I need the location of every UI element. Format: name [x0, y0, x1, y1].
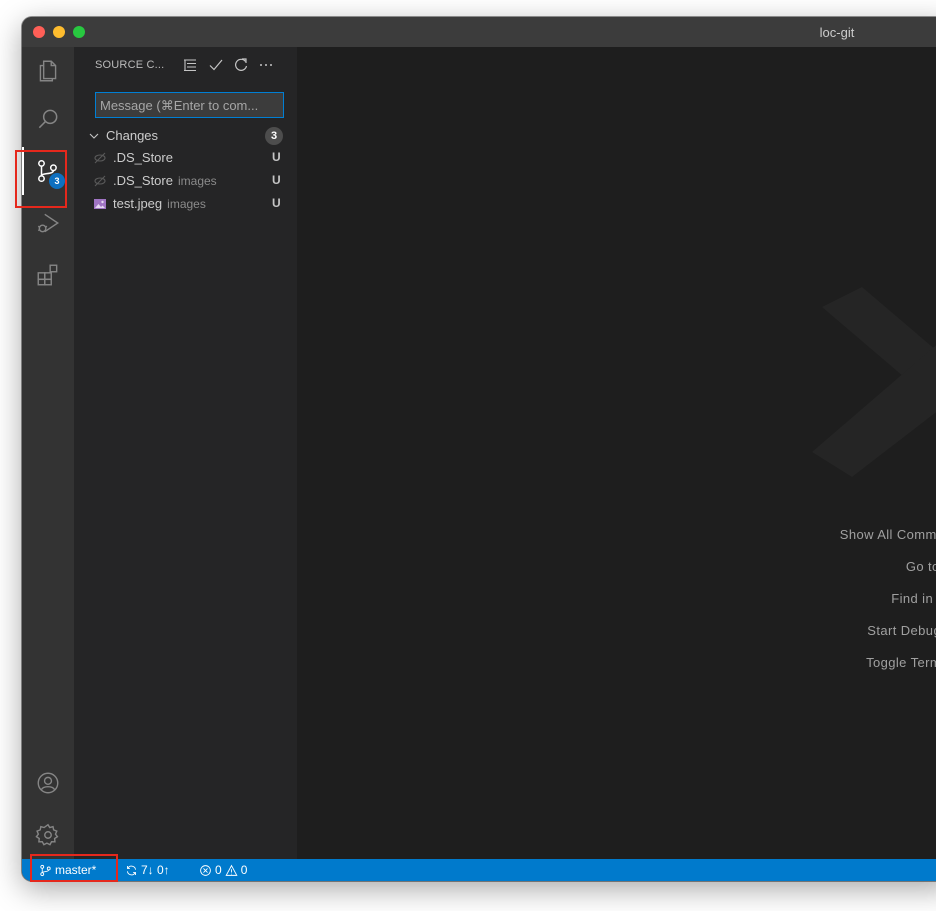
branch-status-item[interactable]: master* — [39, 859, 96, 881]
sync-icon — [126, 865, 137, 875]
file-name: .DS_Store images — [113, 173, 217, 188]
changes-group-header[interactable]: Changes 3 — [74, 125, 297, 147]
warning-count: 0 — [240, 863, 248, 877]
account-icon — [37, 772, 59, 794]
file-status: U — [272, 173, 281, 187]
extensions-icon — [37, 264, 58, 286]
sidebar-title: SOURCE C... — [95, 59, 165, 71]
activity-extensions[interactable] — [22, 251, 74, 299]
activity-run-debug[interactable] — [22, 199, 74, 247]
problems-status-item[interactable]: 0 0 — [199, 859, 247, 881]
file-status: U — [272, 196, 281, 210]
activity-source-control[interactable]: 3 — [22, 147, 74, 195]
view-as-tree-icon — [184, 59, 196, 72]
hidden-file-icon — [94, 152, 106, 164]
error-count: 0 — [215, 863, 222, 877]
view-as-tree-button[interactable] — [181, 56, 199, 74]
files-icon — [39, 60, 57, 82]
shortcut-go-to-file: Go to F — [905, 559, 936, 574]
file-name: .DS_Store — [113, 150, 173, 165]
error-icon — [200, 864, 211, 876]
file-directory: images — [177, 174, 217, 188]
search-icon — [38, 109, 58, 129]
more-actions-button[interactable] — [257, 56, 275, 74]
activity-bar: 3 — [22, 47, 74, 859]
image-file-icon — [94, 199, 106, 209]
source-control-sidebar: SOURCE C... Message (⌘Enter to com... Ch… — [74, 47, 297, 859]
git-branch-icon — [40, 864, 51, 876]
warning-icon — [225, 864, 238, 876]
changes-label: Changes — [106, 128, 159, 143]
sidebar-header: SOURCE C... — [74, 47, 297, 82]
changes-count-badge: 3 — [265, 127, 283, 145]
activity-search[interactable] — [22, 95, 74, 143]
sync-counts: 7↓ 0↑ — [141, 863, 170, 877]
file-status: U — [272, 150, 281, 164]
changed-file-row[interactable]: .DS_Store U — [74, 147, 297, 169]
shortcut-toggle-terminal: Toggle Termin — [866, 655, 936, 670]
activity-accounts[interactable] — [22, 759, 74, 807]
commit-button[interactable] — [207, 56, 225, 74]
chevron-down-icon — [89, 133, 99, 139]
vscode-window: loc-git 3 SOURCE C... Message (⌘Enter to… — [22, 17, 936, 881]
more-actions-icon — [260, 64, 272, 66]
commit-check-icon — [209, 59, 223, 71]
shortcut-find-in-files: Find in Fil — [891, 591, 936, 606]
shortcut-show-all-commands: Show All Comman — [839, 527, 936, 542]
shortcut-start-debugging: Start Debuggi — [867, 623, 936, 638]
sync-status-item[interactable]: 7↓ 0↑ — [125, 859, 170, 881]
commit-message-input[interactable] — [95, 92, 284, 118]
status-bar: master* 7↓ 0↑ 0 0 — [22, 859, 936, 881]
activity-manage[interactable] — [22, 811, 74, 859]
activity-explorer[interactable] — [22, 47, 74, 95]
refresh-button[interactable] — [232, 56, 250, 74]
window-title: loc-git — [819, 25, 855, 40]
changed-file-row[interactable]: .DS_Store images U — [74, 170, 297, 192]
file-name: test.jpeg images — [113, 196, 206, 211]
title-bar: loc-git — [22, 17, 936, 47]
branch-name: master* — [55, 863, 97, 877]
gear-icon — [35, 823, 59, 846]
run-debug-icon — [37, 213, 60, 233]
refresh-icon — [235, 58, 248, 71]
editor-area: Show All Comman Go to F Find in Fil Star… — [297, 47, 936, 859]
file-directory: images — [167, 197, 206, 211]
changed-file-row[interactable]: test.jpeg images U — [74, 193, 297, 215]
hidden-file-icon — [94, 175, 106, 187]
source-control-badge: 3 — [49, 173, 65, 189]
vscode-watermark-icon — [812, 287, 936, 477]
